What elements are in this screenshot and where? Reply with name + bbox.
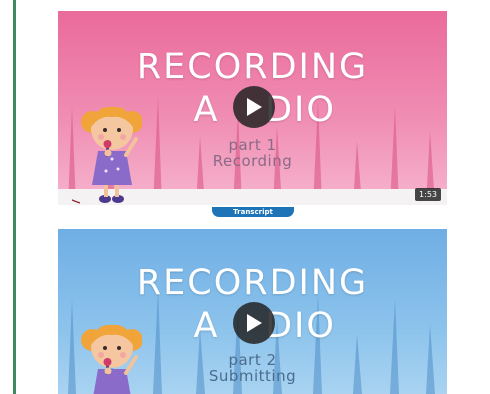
video-player-part-2[interactable]: RECORDING A DIO part 2 Submitting — [58, 229, 447, 394]
play-icon — [247, 98, 262, 116]
play-icon — [247, 314, 262, 332]
video-title-line1: RECORDING — [136, 263, 369, 303]
video-duration: 1:53 — [415, 188, 441, 201]
video-title-line2-right: DIO — [265, 306, 336, 346]
play-button[interactable] — [233, 302, 275, 344]
transcript-button[interactable]: Transcript — [212, 207, 294, 217]
video-player-part-1[interactable]: RECORDING A DIO part 1 Recording 1:53 — [58, 11, 447, 205]
play-button[interactable] — [233, 86, 275, 128]
girl-singer-illustration — [81, 324, 142, 394]
left-accent-bar — [13, 0, 16, 394]
girl-singer-illustration — [72, 106, 142, 204]
video-title-line1: RECORDING — [136, 47, 369, 87]
video-title-line2-right: DIO — [265, 90, 336, 130]
